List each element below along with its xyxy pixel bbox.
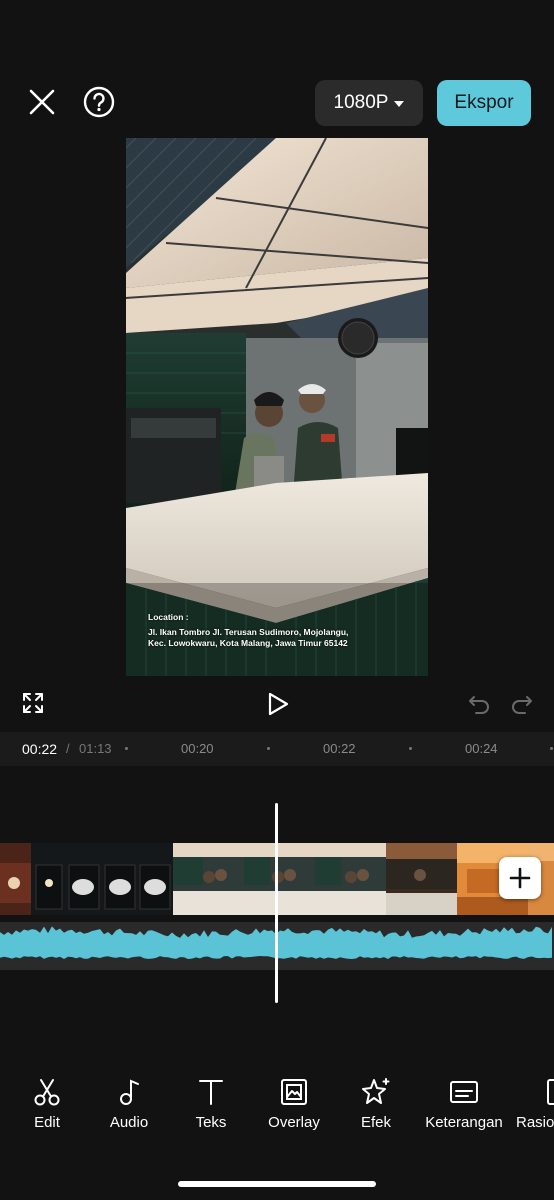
clip-thumbnail[interactable] xyxy=(386,843,457,915)
tool-label: Teks xyxy=(195,1114,227,1131)
ruler-tick: 00:20 xyxy=(181,741,214,756)
time-separator: / xyxy=(66,741,70,756)
tool-label: Audio xyxy=(109,1114,149,1131)
tool-audio[interactable]: Audio xyxy=(84,1076,174,1131)
tool-label: Efek xyxy=(360,1114,391,1131)
sparkle-star-icon xyxy=(362,1078,390,1104)
ruler-dot xyxy=(125,747,128,750)
resolution-value: 1080P xyxy=(333,92,389,113)
tool-label: Keterangan xyxy=(425,1114,503,1131)
tool-text[interactable]: Teks xyxy=(166,1076,256,1131)
chevron-down-icon xyxy=(394,101,405,107)
ruler-dot xyxy=(267,747,270,750)
clip-thumbnail[interactable] xyxy=(0,843,31,915)
tool-label: Rasio xyxy=(516,1114,554,1131)
ruler-tick: 00:24 xyxy=(465,741,498,756)
clip-thumbnail[interactable] xyxy=(244,843,315,915)
total-time: 01:13 xyxy=(79,741,112,756)
export-button[interactable]: Ekspor xyxy=(437,80,531,126)
resolution-dropdown[interactable]: 1080P xyxy=(315,80,423,126)
undo-icon xyxy=(469,696,489,714)
fullscreen-button[interactable] xyxy=(22,692,44,714)
undo-button[interactable] xyxy=(467,693,491,715)
caption-title: Location : xyxy=(148,612,189,622)
tool-overlay[interactable]: Overlay xyxy=(249,1076,339,1131)
tool-effects[interactable]: Efek xyxy=(331,1076,421,1131)
play-button[interactable] xyxy=(266,691,290,717)
tool-label: Edit xyxy=(34,1114,60,1131)
tool-edit[interactable]: Edit xyxy=(2,1076,92,1131)
expand-icon xyxy=(23,693,43,713)
ratio-icon xyxy=(547,1079,554,1105)
clip-thumbnail[interactable] xyxy=(102,843,173,915)
clip-thumbnail[interactable] xyxy=(31,843,102,915)
redo-icon xyxy=(512,696,532,714)
home-indicator xyxy=(178,1181,376,1187)
clip-thumbnail[interactable] xyxy=(315,843,386,915)
scissors-icon xyxy=(34,1079,60,1106)
ruler-dot xyxy=(550,747,553,750)
current-time: 00:22 xyxy=(22,741,58,757)
music-note-icon xyxy=(120,1079,139,1105)
tool-ratio[interactable]: Rasio xyxy=(500,1076,554,1131)
text-icon xyxy=(199,1080,223,1105)
playhead[interactable] xyxy=(275,803,278,1003)
ruler-tick: 00:22 xyxy=(323,741,356,756)
add-clip-button[interactable] xyxy=(499,857,541,899)
tool-label: Overlay xyxy=(268,1114,320,1131)
overlay-icon xyxy=(281,1079,307,1105)
clip-thumbnail[interactable] xyxy=(173,843,244,915)
ruler-dot xyxy=(409,747,412,750)
video-preview[interactable]: Location : Jl. Ikan Tombro Jl. Terusan S… xyxy=(126,138,428,676)
location-caption: Location : Jl. Ikan Tombro Jl. Terusan S… xyxy=(148,612,418,649)
redo-button[interactable] xyxy=(510,693,534,715)
close-button[interactable] xyxy=(26,86,58,118)
close-icon xyxy=(29,89,55,115)
play-icon xyxy=(268,692,289,716)
plus-icon xyxy=(509,867,531,889)
help-button[interactable] xyxy=(82,85,116,119)
question-mark-icon xyxy=(83,86,115,118)
captions-icon xyxy=(450,1081,478,1103)
tool-captions[interactable]: Keterangan xyxy=(419,1076,509,1131)
caption-address: Jl. Ikan Tombro Jl. Terusan Sudimoro, Mo… xyxy=(148,627,349,648)
preview-frame xyxy=(126,138,428,676)
